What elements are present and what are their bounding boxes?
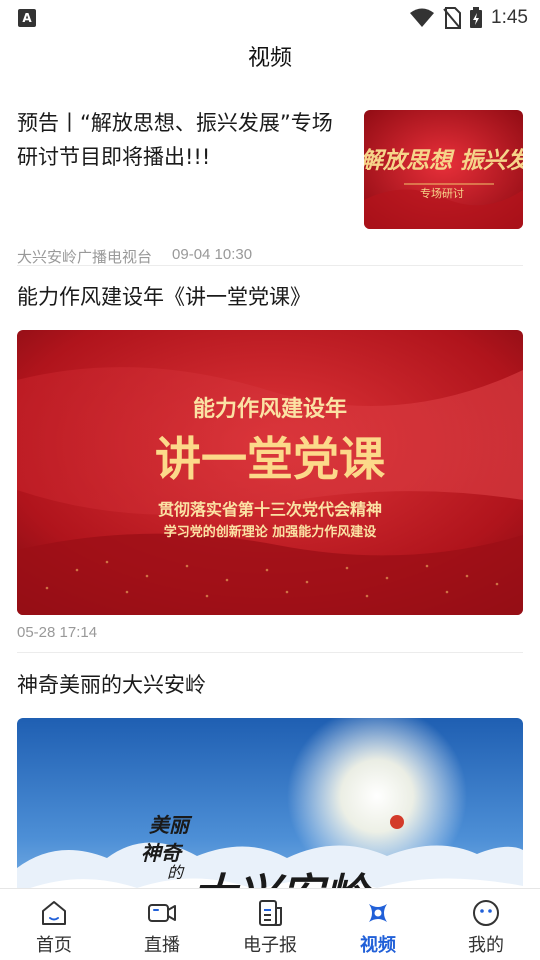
no-sim-icon	[443, 7, 462, 29]
cover-line4: 学习党的创新理论 加强能力作风建设	[164, 524, 378, 540]
cover-text-b: 神奇	[141, 841, 184, 865]
cover-text-main: 大兴安岭	[192, 870, 373, 888]
notification-a-icon: A	[18, 9, 36, 27]
tab-label: 我的	[468, 935, 504, 956]
list-item[interactable]: 预告丨“解放思想、振兴发展”专场研讨节目即将播出!!! 解放思想 振兴发展 专场…	[17, 106, 523, 266]
divider	[17, 265, 523, 266]
item-thumbnail[interactable]: 解放思想 振兴发展 专场研讨	[364, 110, 523, 229]
tab-label: 直播	[144, 935, 180, 956]
item-meta: 大兴安岭广播电视台 09-04 10:30	[17, 246, 252, 267]
profile-icon	[473, 900, 499, 926]
item-title[interactable]: 预告丨“解放思想、振兴发展”专场研讨节目即将播出!!!	[17, 106, 352, 174]
tab-label: 首页	[36, 935, 72, 956]
item-time: 09-04 10:30	[172, 246, 253, 263]
tab-label: 视频	[360, 935, 396, 956]
cover-text-c: 的	[167, 863, 185, 882]
video-cover[interactable]: 美丽 神奇 的 大兴安岭	[17, 718, 523, 888]
cover-text-a: 美丽	[149, 813, 193, 837]
video-cover[interactable]: 能力作风建设年 讲一堂党课 贯彻落实省第十三次党代会精神 学习党的创新理论 加强…	[17, 330, 523, 615]
video-feed[interactable]: 预告丨“解放思想、振兴发展”专场研讨节目即将播出!!! 解放思想 振兴发展 专场…	[0, 82, 540, 888]
battery-charging-icon	[470, 7, 483, 28]
cover-line3: 贯彻落实省第十三次党代会精神	[158, 500, 382, 519]
item-time: 05-28 17:14	[17, 624, 98, 641]
thumb-title-text: 解放思想 振兴发展	[364, 147, 523, 174]
divider	[17, 652, 523, 653]
newspaper-icon	[259, 900, 282, 926]
tab-epaper[interactable]: 电子报	[216, 889, 324, 960]
tab-live[interactable]: 直播	[108, 889, 216, 960]
top-header: 视频	[0, 36, 540, 82]
tab-video[interactable]: 视频	[324, 889, 432, 960]
wifi-icon	[410, 8, 435, 27]
home-icon	[42, 901, 66, 925]
thumb-subtitle-text: 专场研讨	[420, 186, 464, 200]
status-time: 1:45	[491, 7, 528, 28]
video-icon	[369, 904, 387, 922]
page-title: 视频	[247, 46, 292, 71]
tab-label: 电子报	[243, 935, 297, 956]
item-title[interactable]: 能力作风建设年《讲一堂党课》	[17, 280, 311, 314]
item-source: 大兴安岭广播电视台	[17, 249, 153, 266]
item-title[interactable]: 神奇美丽的大兴安岭	[17, 668, 206, 702]
cover-main-title: 讲一堂党课	[155, 432, 386, 486]
status-bar: A 1:45	[0, 0, 540, 36]
tab-mine[interactable]: 我的	[432, 889, 540, 960]
tab-home[interactable]: 首页	[0, 889, 108, 960]
bottom-tab-bar: 首页 直播 电子报 视频 我的	[0, 888, 540, 960]
cover-heading: 能力作风建设年	[193, 396, 347, 422]
video-camera-icon	[148, 904, 176, 922]
